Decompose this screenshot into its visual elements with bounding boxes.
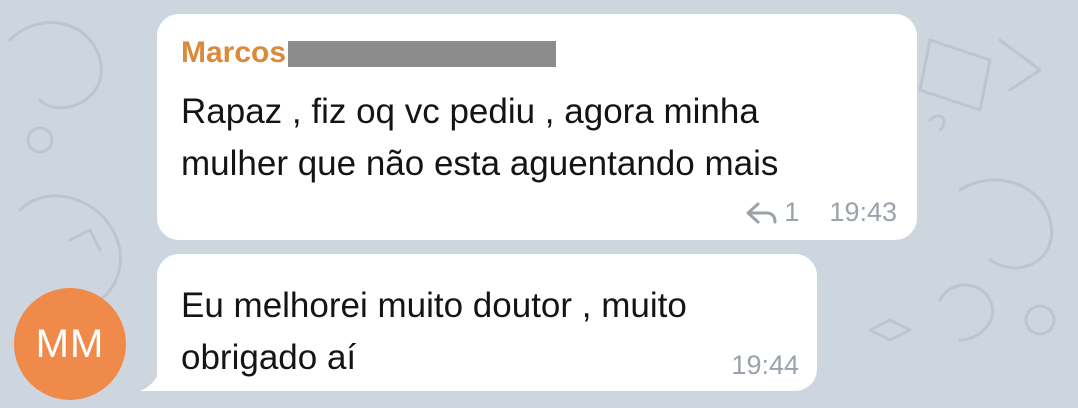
sender-header: Marcos	[181, 36, 557, 70]
reply-count[interactable]: 1	[784, 197, 799, 228]
message-bubble-1[interactable]: Marcos Rapaz , fiz oq vc pediu , agora m…	[157, 14, 917, 240]
avatar[interactable]: MM	[14, 288, 126, 400]
redacted-surname	[288, 41, 557, 67]
message-bubble-2[interactable]: Eu melhorei muito doutor , muito obrigad…	[157, 254, 817, 391]
message-meta-2: 19:44	[731, 350, 799, 381]
reply-arrow-icon[interactable]	[744, 201, 778, 225]
sender-name[interactable]: Marcos	[181, 36, 286, 70]
message-time-2: 19:44	[731, 350, 799, 380]
message-text-2: Eu melhorei muito doutor , muito obrigad…	[181, 286, 687, 377]
message-text-1: Rapaz , fiz oq vc pediu , agora minha mu…	[181, 92, 779, 183]
message-meta-1: 1 19:43	[744, 197, 897, 228]
message-time-1: 19:43	[829, 197, 897, 227]
